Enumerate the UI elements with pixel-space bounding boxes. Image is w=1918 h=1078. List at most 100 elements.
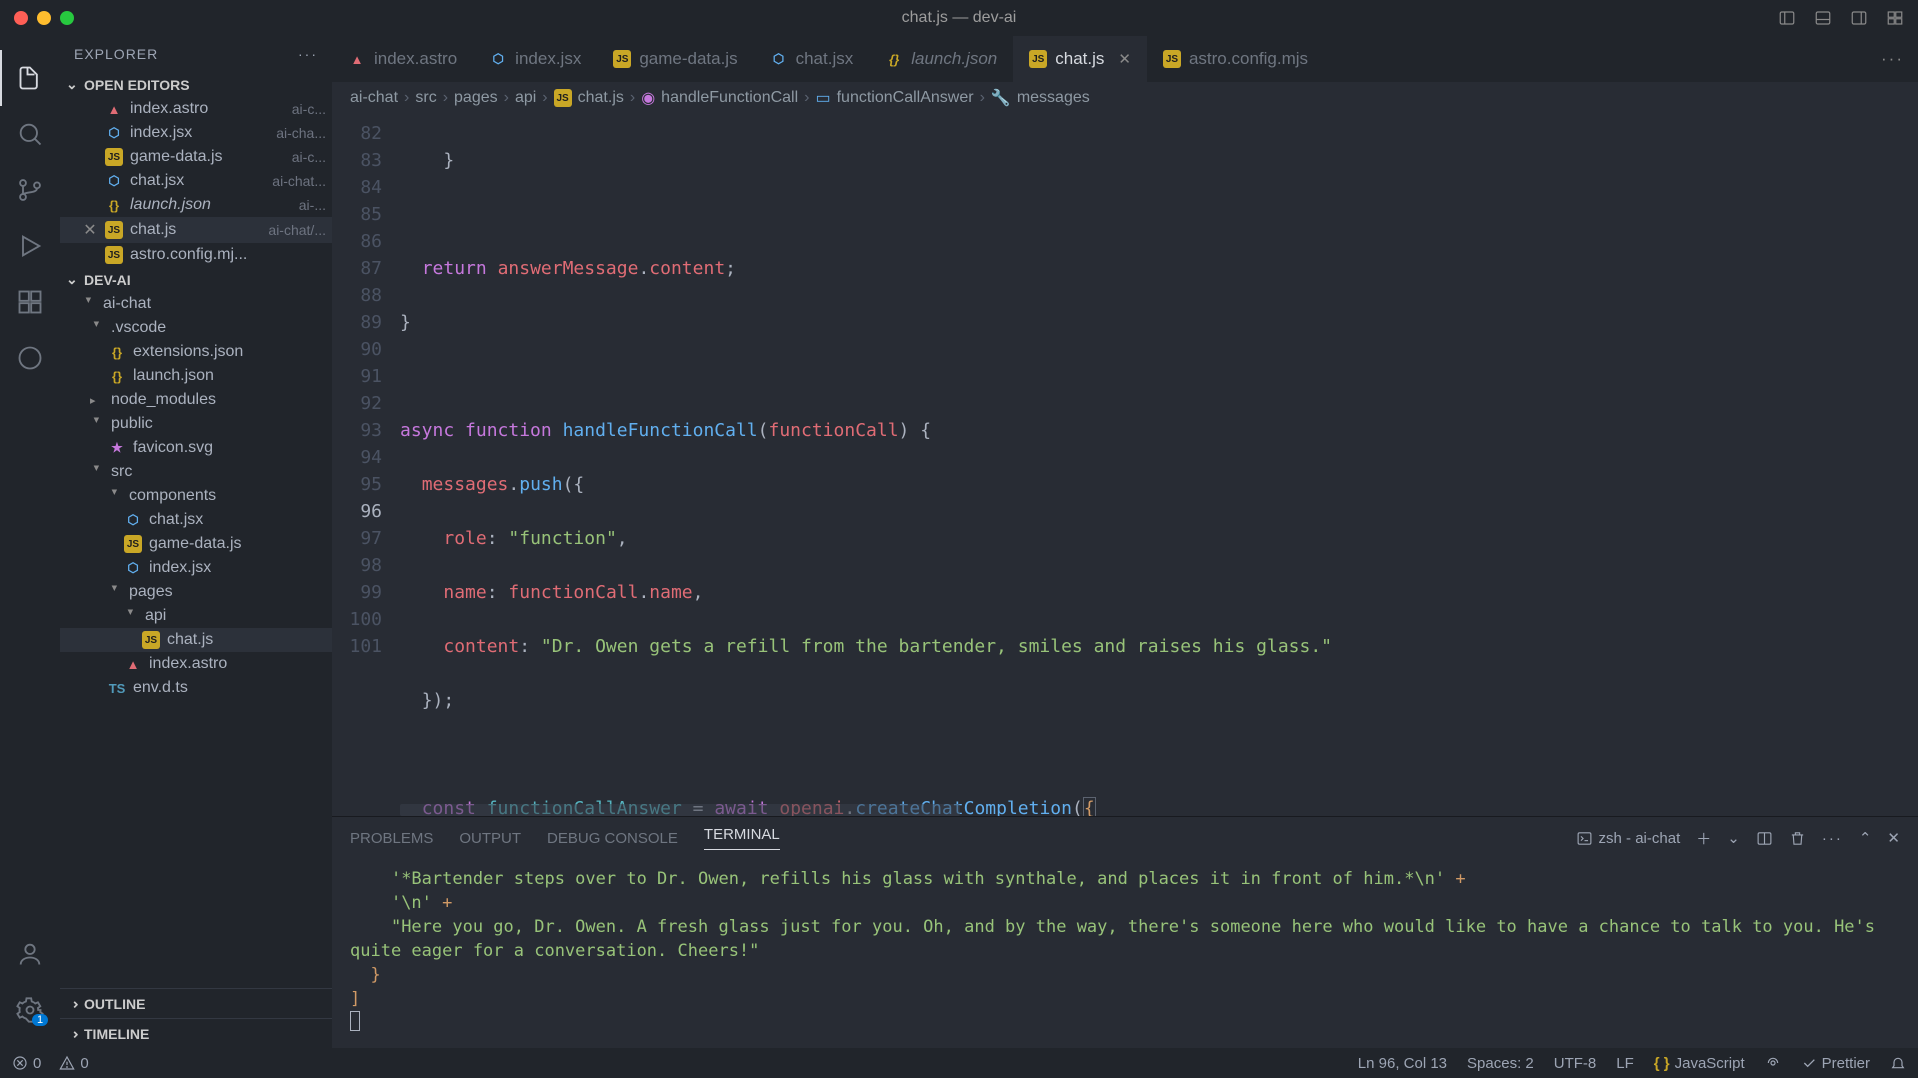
language-status[interactable]: { } JavaScript xyxy=(1654,1055,1745,1072)
chevron-up-icon[interactable]: ⌃ xyxy=(1859,829,1872,847)
toggle-panel-left-icon[interactable] xyxy=(1778,9,1796,27)
debug-console-tab[interactable]: DEBUG CONSOLE xyxy=(547,830,678,847)
close-icon[interactable]: ✕ xyxy=(1118,50,1131,68)
code-line[interactable]: role: "function", xyxy=(400,525,1918,552)
prettier-status[interactable]: Prettier xyxy=(1801,1055,1870,1072)
tab-chat-js[interactable]: JSchat.js✕ xyxy=(1013,36,1147,82)
tab-launch-json[interactable]: {}launch.json xyxy=(869,36,1013,82)
debug-tab[interactable] xyxy=(0,218,60,274)
open-editor-item[interactable]: ⬡chat.jsxai-chat... xyxy=(60,169,332,193)
file-row[interactable]: {}launch.json xyxy=(60,364,332,388)
code-line[interactable]: }); xyxy=(400,687,1918,714)
open-editor-item[interactable]: ⬡index.jsxai-cha... xyxy=(60,121,332,145)
indent-status[interactable]: Spaces: 2 xyxy=(1467,1055,1534,1072)
code-content[interactable]: } return answerMessage.content; } async … xyxy=(400,114,1918,816)
file-row[interactable]: ★favicon.svg xyxy=(60,436,332,460)
search-tab[interactable] xyxy=(0,106,60,162)
folder-row[interactable]: ▸ai-chat xyxy=(60,292,332,316)
cursor-position[interactable]: Ln 96, Col 13 xyxy=(1358,1055,1447,1072)
terminal-shell-picker[interactable]: zsh - ai-chat xyxy=(1576,830,1681,847)
warnings-count[interactable]: 0 xyxy=(59,1055,88,1072)
code-line[interactable]: messages.push({ xyxy=(400,471,1918,498)
tab-chat-jsx[interactable]: ⬡chat.jsx xyxy=(754,36,870,82)
settings-tab[interactable]: 1 xyxy=(0,982,60,1038)
project-section[interactable]: ⌄ DEV-AI xyxy=(60,267,332,292)
breadcrumb-item[interactable]: src xyxy=(415,89,436,107)
tab-astro-config[interactable]: JSastro.config.mjs xyxy=(1147,36,1324,82)
errors-count[interactable]: 0 xyxy=(12,1055,41,1072)
code-line[interactable]: } xyxy=(400,147,1918,174)
open-editors-section[interactable]: ⌄ OPEN EDITORS xyxy=(60,72,332,97)
breadcrumb-item[interactable]: handleFunctionCall xyxy=(661,89,798,107)
code-line[interactable] xyxy=(400,741,1918,768)
accounts-tab[interactable] xyxy=(0,926,60,982)
file-row[interactable]: TSenv.d.ts xyxy=(60,676,332,700)
more-icon[interactable]: ··· xyxy=(1822,830,1843,847)
toggle-panel-bottom-icon[interactable] xyxy=(1814,9,1832,27)
breadcrumb-item[interactable]: ai-chat xyxy=(350,89,398,107)
more-icon[interactable]: ··· xyxy=(1881,49,1904,69)
toggle-panel-right-icon[interactable] xyxy=(1850,9,1868,27)
code-line[interactable] xyxy=(400,363,1918,390)
maximize-window-icon[interactable] xyxy=(60,11,74,25)
eol-status[interactable]: LF xyxy=(1616,1055,1634,1072)
open-editor-item[interactable]: {}launch.jsonai-... xyxy=(60,193,332,217)
file-row[interactable]: ⬡chat.jsx xyxy=(60,508,332,532)
problems-tab[interactable]: PROBLEMS xyxy=(350,830,433,847)
more-icon[interactable]: ··· xyxy=(298,46,318,62)
code-line[interactable]: } xyxy=(400,309,1918,336)
source-control-tab[interactable] xyxy=(0,162,60,218)
feedback-icon[interactable] xyxy=(1765,1055,1781,1071)
tab-index-astro[interactable]: ▲index.astro xyxy=(332,36,473,82)
trash-icon[interactable] xyxy=(1789,830,1806,847)
folder-row[interactable]: ▸components xyxy=(60,484,332,508)
close-window-icon[interactable] xyxy=(14,11,28,25)
tab-game-data[interactable]: JSgame-data.js xyxy=(597,36,753,82)
tab-index-jsx[interactable]: ⬡index.jsx xyxy=(473,36,597,82)
split-terminal-icon[interactable] xyxy=(1756,830,1773,847)
close-icon[interactable]: ✕ xyxy=(82,220,98,240)
encoding-status[interactable]: UTF-8 xyxy=(1554,1055,1597,1072)
folder-row[interactable]: ▸src xyxy=(60,460,332,484)
new-terminal-button[interactable]: ＋ xyxy=(1696,828,1711,849)
breadcrumb-item[interactable]: pages xyxy=(454,89,498,107)
code-line[interactable]: content: "Dr. Owen gets a refill from th… xyxy=(400,633,1918,660)
horizontal-scrollbar[interactable] xyxy=(400,804,960,816)
folder-row[interactable]: ▸public xyxy=(60,412,332,436)
open-editor-item[interactable]: ✕JSchat.jsai-chat/... xyxy=(60,217,332,243)
code-line[interactable]: return answerMessage.content; xyxy=(400,255,1918,282)
folder-row[interactable]: ▸node_modules xyxy=(60,388,332,412)
breadcrumb-item[interactable]: functionCallAnswer xyxy=(837,89,974,107)
timeline-section[interactable]: ⌄TIMELINE xyxy=(60,1018,332,1048)
open-editor-item[interactable]: ▲index.astroai-c... xyxy=(60,97,332,121)
terminal-tab[interactable]: TERMINAL xyxy=(704,826,780,850)
code-line[interactable]: async function handleFunctionCall(functi… xyxy=(400,417,1918,444)
folder-row[interactable]: ▸pages xyxy=(60,580,332,604)
breadcrumb-item[interactable]: messages xyxy=(1017,89,1090,107)
terminal-output[interactable]: '*Bartender steps over to Dr. Owen, refi… xyxy=(332,859,1918,1048)
minimize-window-icon[interactable] xyxy=(37,11,51,25)
terminal-dropdown-icon[interactable]: ⌄ xyxy=(1727,829,1740,847)
file-row[interactable]: JSchat.js xyxy=(60,628,332,652)
code-line[interactable]: name: functionCall.name, xyxy=(400,579,1918,606)
file-row[interactable]: {}extensions.json xyxy=(60,340,332,364)
outline-section[interactable]: ⌄OUTLINE xyxy=(60,988,332,1018)
output-tab[interactable]: OUTPUT xyxy=(459,830,521,847)
file-row[interactable]: ▲index.astro xyxy=(60,652,332,676)
code-editor[interactable]: 82 83 84 85 86 87 88 89 90 91 92 93 94 9… xyxy=(332,114,1918,816)
code-line[interactable] xyxy=(400,201,1918,228)
close-panel-icon[interactable]: ✕ xyxy=(1887,829,1900,847)
file-row[interactable]: ⬡index.jsx xyxy=(60,556,332,580)
extensions-tab[interactable] xyxy=(0,274,60,330)
open-editor-item[interactable]: JSastro.config.mj... xyxy=(60,243,332,267)
breadcrumb-item[interactable]: api xyxy=(515,89,536,107)
folder-row[interactable]: ▸.vscode xyxy=(60,316,332,340)
folder-row[interactable]: ▸api xyxy=(60,604,332,628)
file-row[interactable]: JSgame-data.js xyxy=(60,532,332,556)
breadcrumb[interactable]: ai-chat› src› pages› api› JSchat.js› ◉ha… xyxy=(332,82,1918,114)
open-editor-item[interactable]: JSgame-data.jsai-c... xyxy=(60,145,332,169)
edge-tab[interactable] xyxy=(0,330,60,386)
customize-layout-icon[interactable] xyxy=(1886,9,1904,27)
explorer-tab[interactable] xyxy=(0,50,60,106)
notifications-icon[interactable] xyxy=(1890,1055,1906,1071)
